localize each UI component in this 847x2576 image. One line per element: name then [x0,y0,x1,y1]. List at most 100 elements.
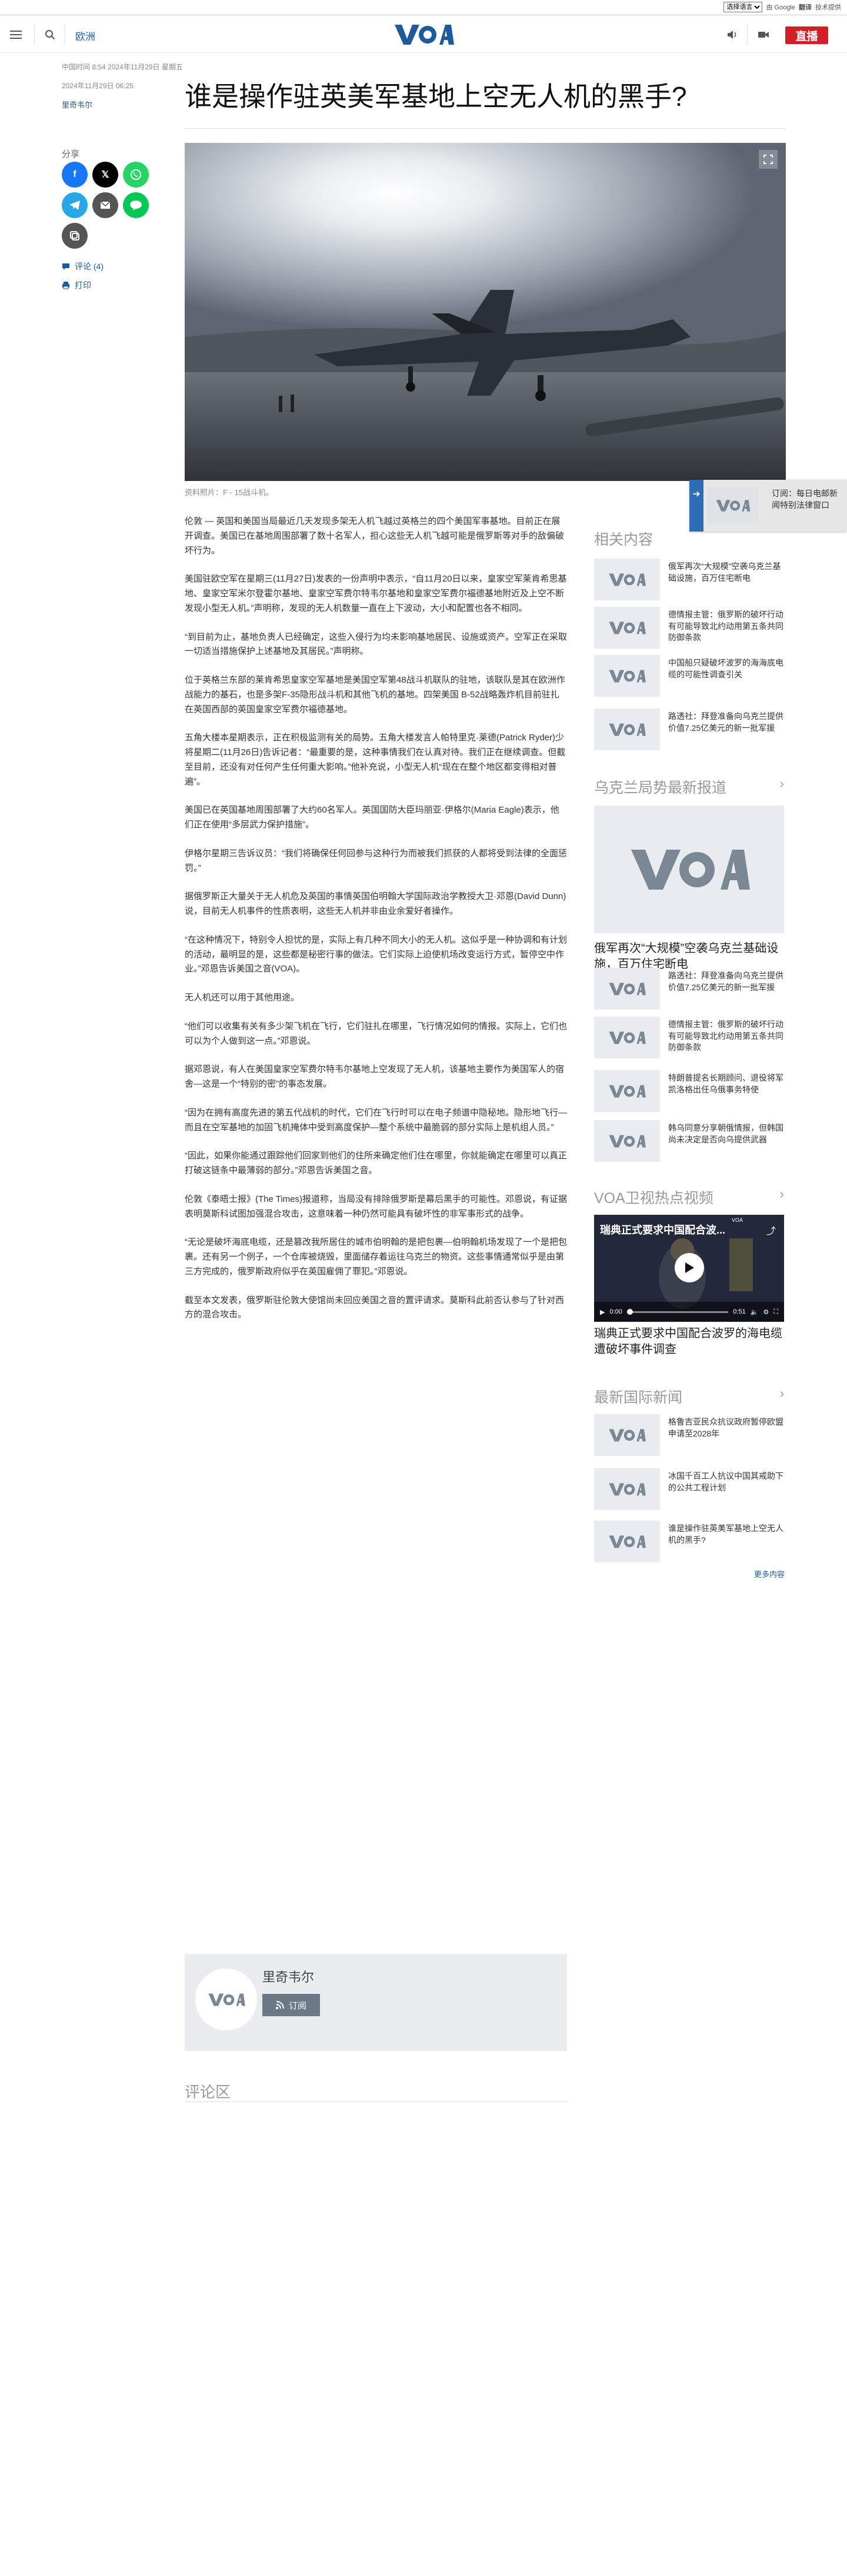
related-item-title[interactable]: 路透社：拜登准备向乌克兰提供价值7.25亿美元的新一批军援 [668,711,784,734]
comment-icon [62,263,69,270]
share-icon[interactable]: ⤴ [766,1223,776,1237]
voa-logo[interactable] [394,22,454,47]
voa-logo [609,982,646,995]
translate-bar: 选择语言 由 Google 翻译 技术提供 [0,0,847,15]
related-item-title[interactable]: 俄军再次“大规模”空袭乌克兰基础设施，百万住宅断电 [668,561,784,584]
video-player[interactable]: 瑞典正式要求中国配合波... ⤴ ▶ 0:00 0:51 🔈 ⚙ ⛶ VOA [594,1215,784,1322]
article-paragraph: 五角大楼本星期表示，正在积极监测有关的局势。五角大楼发言人帕特里克·莱德(Pat… [185,733,566,787]
thumbnail [594,655,660,697]
facebook-share-icon[interactable]: f [62,162,88,188]
section-link-europe[interactable]: 欧洲 [75,28,95,43]
site-header: 欧洲 直播 [0,16,847,53]
video-heading[interactable]: VOA卫视热点视频 › [594,1187,784,1208]
telegram-share-icon[interactable] [62,192,88,218]
video-camera-icon[interactable] [755,26,772,44]
related-item[interactable]: 德情报主管：俄罗斯的破坏行动有可能导致北约动用第五条共同防御条款 [594,607,784,651]
ukraine-heading-label: 乌克兰局势最新报道 [594,780,727,796]
subscribe-label: 订阅 [288,2000,306,2011]
ukraine-item-title[interactable]: 德情报主管：俄罗斯的破坏行动有可能导致北约动用第五条共同防御条款 [668,1019,784,1054]
page-title: 谁是操作驻英美军基地上空无人机的黑手? [185,81,687,112]
chevron-right-icon[interactable]: › [780,1187,784,1208]
x-share-icon[interactable]: 𝕏 [92,162,118,188]
video-time-total: 0:51 [733,1308,746,1315]
arrow-right-icon[interactable]: ➔ [689,480,703,532]
author-link[interactable]: 里奇韦尔 [62,99,92,110]
related-item-title[interactable]: 德情报主管：俄罗斯的破坏行动有可能导致北约动用第五条共同防御条款 [668,609,784,644]
thumbnail [594,1120,660,1162]
line-share-icon[interactable] [123,192,149,218]
language-select[interactable]: 选择语言 [723,2,763,12]
ukraine-heading[interactable]: 乌克兰局势最新报道 › [594,776,784,797]
intl-item[interactable]: 冰国千百工人抗议中国其戒助下的公共工程计划 [594,1468,784,1512]
voa-logo [609,1031,646,1044]
thumbnail [594,607,660,649]
intl-heading[interactable]: 最新国际新闻 › [594,1386,784,1407]
video-title[interactable]: 瑞典正式要求中国配合波罗的海电缆遭破坏事件调查 [594,1326,784,1358]
comments-link[interactable]: 评论 (4) [62,260,104,272]
fullscreen-icon[interactable]: ⛶ [773,1308,778,1316]
live-button[interactable]: 直播 [785,26,828,44]
voa-logo [609,1482,646,1496]
thumbnail [594,968,660,1010]
comments-divider [185,2101,567,2102]
thumbnail [594,1070,660,1112]
popup-thumbnail [707,488,759,523]
menu-icon[interactable] [7,26,25,44]
progress-bar[interactable] [626,1308,729,1315]
intl-item-title[interactable]: 格鲁吉亚民众抗议政府暂停欧盟申请至2028年 [668,1416,784,1439]
author-avatar[interactable] [195,1969,257,2030]
play-icon [685,1262,694,1273]
intl-item-title[interactable]: 冰国千百工人抗议中国其戒助下的公共工程计划 [668,1471,784,1494]
related-item[interactable]: 俄军再次“大规模”空袭乌克兰基础设施，百万住宅断电 [594,559,784,603]
intl-item[interactable]: 格鲁吉亚民众抗议政府暂停欧盟申请至2028年 [594,1414,784,1458]
voa-logo [609,1535,646,1548]
article-paragraph: “因为在拥有高度先进的第五代战机的时代，它们在飞行时可以在电子频谱中隐秘地。隐形… [185,1107,567,1132]
article-paragraph: 无人机还可以用于其他用途。 [185,993,300,1003]
article-paragraph: 美国已在英国基地周围部署了大约60名军人。英国国防大臣玛丽亚·伊格尔(Maria… [185,805,559,830]
article-paragraph: 据俄罗斯正大量关于无人机危及英国的事情英国伯明翰大学国际政治学教授大卫·邓恩(D… [185,891,566,916]
play-icon[interactable]: ▶ [600,1308,605,1316]
more-link[interactable]: 更多内容 [754,1568,785,1579]
audio-icon[interactable] [723,26,741,44]
intl-item[interactable]: 谁是操作驻英美军基地上空无人机的黑手? [594,1521,784,1565]
volume-icon[interactable]: 🔈 [751,1308,759,1316]
author-box: 里奇韦尔 订阅 [185,1954,567,2051]
share-label: 分享 [62,149,80,159]
voa-logo [609,621,646,634]
header-divider [34,25,35,45]
ukraine-item[interactable]: 韩乌同意分享朝俄情报，但韩国尚未决定是否向乌提供武器 [594,1120,784,1164]
published-date: 2024年11月29日 06:25 [62,82,134,90]
email-share-icon[interactable] [92,192,118,218]
translate-widget: 选择语言 由 Google 翻译 技术提供 [723,2,841,12]
related-item[interactable]: 中国船只疑破坏波罗的海海底电缆的可能性调查引关 [594,655,784,699]
subscribe-button[interactable]: 订阅 [262,1994,320,2016]
ukraine-item[interactable]: 路透社：拜登准备向乌克兰提供价值7.25亿美元的新一批军援 [594,968,784,1012]
fullscreen-icon[interactable] [759,150,778,169]
voa-logo [609,669,646,683]
translate-brand[interactable]: 翻译 [799,2,812,12]
ukraine-item-title[interactable]: 韩乌同意分享朝俄情报，但韩国尚未决定是否向乌提供武器 [668,1122,784,1145]
whatsapp-share-icon[interactable] [123,162,149,188]
related-item-title[interactable]: 中国船只疑破坏波罗的海海底电缆的可能性调查引关 [668,657,784,680]
chevron-right-icon[interactable]: › [780,1386,784,1407]
author-name[interactable]: 里奇韦尔 [262,1967,314,1986]
newsletter-popup[interactable]: ➔ 订阅：每日电邮新闻特别法律窗口 [689,480,847,532]
ukraine-lead-thumbnail[interactable] [594,806,784,933]
ukraine-item-title[interactable]: 特朗普提名长期顾问、退役将军凯洛格出任乌俄事务特使 [668,1073,784,1095]
progress-knob[interactable] [626,1308,633,1315]
thumbnail [594,559,660,600]
thumbnail [594,709,660,750]
related-item[interactable]: 路透社：拜登准备向乌克兰提供价值7.25亿美元的新一批军援 [594,709,784,753]
copy-link-icon[interactable] [62,223,88,249]
play-button[interactable] [675,1253,704,1282]
video-heading-label: VOA卫视热点视频 [594,1190,713,1207]
print-link[interactable]: 打印 [62,279,91,291]
ukraine-item-title[interactable]: 路透社：拜登准备向乌克兰提供价值7.25亿美元的新一批军援 [668,970,784,993]
intl-item-title[interactable]: 谁是操作驻英美军基地上空无人机的黑手? [668,1523,784,1546]
chevron-right-icon[interactable]: › [780,776,784,797]
settings-icon[interactable]: ⚙ [763,1308,769,1316]
ukraine-item[interactable]: 特朗普提名长期顾问、退役将军凯洛格出任乌俄事务特使 [594,1070,784,1114]
article-paragraph: 伦敦 — 英国和美国当局最近几天发现多架无人机飞越过英格兰的四个美国军事基地。目… [185,516,565,556]
search-icon[interactable] [41,26,59,44]
ukraine-item[interactable]: 德情报主管：俄罗斯的破坏行动有可能导致北约动用第五条共同防御条款 [594,1017,784,1061]
